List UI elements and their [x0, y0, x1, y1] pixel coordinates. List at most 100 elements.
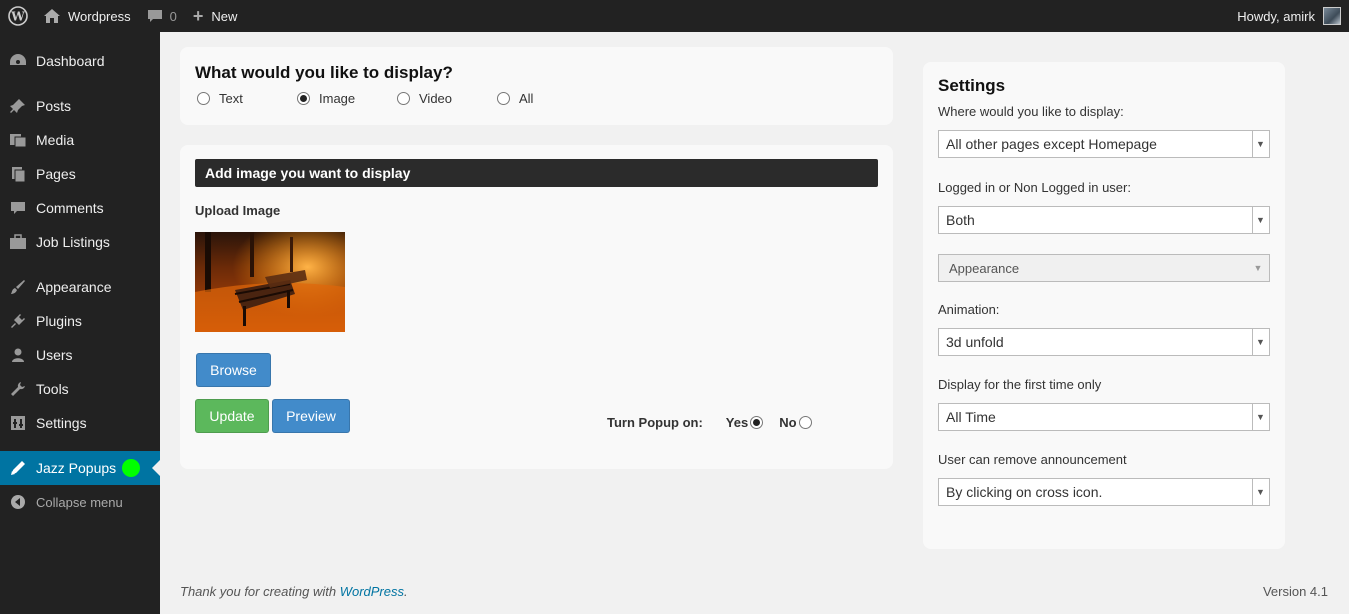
display-type-panel: What would you like to display? Text Ima…	[180, 47, 893, 125]
chevron-down-icon: ▼	[1252, 329, 1268, 355]
sidebar-item-label: Plugins	[36, 313, 82, 329]
wrench-icon	[8, 379, 28, 399]
site-name: Wordpress	[68, 8, 131, 24]
new-label: New	[211, 8, 238, 24]
sidebar-item-settings[interactable]: Settings	[0, 406, 160, 440]
sidebar-item-dashboard[interactable]: Dashboard	[0, 44, 160, 78]
sidebar-item-label: Tools	[36, 381, 69, 397]
pin-icon	[8, 96, 28, 116]
settings-panel: Settings Where would you like to display…	[923, 62, 1285, 549]
display-type-heading: What would you like to display?	[195, 63, 453, 82]
chevron-down-icon: ▼	[1252, 207, 1268, 233]
logged-user-select[interactable]: Both ▼	[938, 206, 1270, 234]
remove-announcement-select[interactable]: By clicking on cross icon. ▼	[938, 478, 1270, 506]
sidebar-item-pages[interactable]: Pages	[0, 157, 160, 191]
sidebar-item-tools[interactable]: Tools	[0, 372, 160, 406]
animation-select[interactable]: 3d unfold ▼	[938, 328, 1270, 356]
comment-bubble-icon	[147, 9, 163, 23]
image-panel-heading: Add image you want to display	[195, 159, 878, 187]
select-value: 3d unfold	[946, 334, 1004, 350]
sidebar-item-label: Media	[36, 132, 75, 148]
radio-no[interactable]	[798, 416, 812, 429]
display-type-options: Text Image Video All	[195, 91, 878, 106]
radio-yes[interactable]	[750, 416, 764, 429]
appearance-select[interactable]: Appearance ▼	[938, 254, 1270, 282]
select-value: Both	[946, 212, 975, 228]
chevron-down-icon: ▼	[1252, 404, 1268, 430]
comments-link[interactable]: 0	[139, 0, 185, 32]
yes-label: Yes	[725, 415, 749, 430]
pages-icon	[8, 164, 28, 184]
sidebar-item-media[interactable]: Media	[0, 123, 160, 157]
admin-bar: W Wordpress 0 + New Howdy, amirk	[0, 0, 1349, 32]
collapse-label: Collapse menu	[36, 494, 123, 510]
select-value: By clicking on cross icon.	[946, 484, 1103, 500]
sidebar-item-appearance[interactable]: Appearance	[0, 270, 160, 304]
uploaded-image-thumbnail	[195, 232, 345, 332]
comment-icon	[8, 198, 28, 218]
select-value: All other pages except Homepage	[946, 136, 1157, 152]
sidebar-item-comments[interactable]: Comments	[0, 191, 160, 225]
chevron-down-icon: ▼	[1253, 263, 1263, 273]
svg-text:W: W	[10, 10, 25, 24]
account-menu[interactable]: Howdy, amirk	[1229, 0, 1349, 32]
sidebar-item-label: Pages	[36, 166, 76, 182]
remove-announcement-label: User can remove announcement	[938, 452, 1127, 467]
first-time-label: Display for the first time only	[938, 377, 1102, 392]
admin-sidebar: Dashboard Posts Media Pages Comments Job…	[0, 32, 160, 614]
plus-icon: +	[192, 6, 204, 26]
sidebar-item-users[interactable]: Users	[0, 338, 160, 372]
footer-thanks-prefix: Thank you for creating with	[180, 584, 340, 599]
browse-button[interactable]: Browse	[196, 353, 271, 387]
display-option-video[interactable]: Video	[395, 91, 495, 106]
wordpress-link[interactable]: WordPress	[340, 584, 404, 599]
briefcase-icon	[8, 232, 28, 252]
radio-label: Video	[419, 91, 453, 106]
sidebar-item-label: Comments	[36, 200, 104, 216]
radio-label: Image	[319, 91, 356, 106]
new-content-link[interactable]: + New	[185, 0, 246, 32]
display-option-text[interactable]: Text	[195, 91, 295, 106]
turn-popup-yes[interactable]: Yes	[725, 415, 764, 430]
radio-image[interactable]	[297, 92, 310, 105]
chevron-down-icon: ▼	[1252, 131, 1268, 157]
sidebar-item-plugins[interactable]: Plugins	[0, 304, 160, 338]
chevron-down-icon: ▼	[1252, 479, 1268, 505]
radio-video[interactable]	[397, 92, 410, 105]
sidebar-item-label: Settings	[36, 415, 87, 431]
sidebar-item-label: Users	[36, 347, 73, 363]
logged-user-label: Logged in or Non Logged in user:	[938, 180, 1131, 195]
home-icon	[44, 9, 60, 23]
version-text: Version 4.1	[1262, 584, 1328, 599]
user-icon	[8, 345, 28, 365]
update-button[interactable]: Update	[195, 399, 269, 433]
plug-icon	[8, 311, 28, 331]
where-display-select[interactable]: All other pages except Homepage ▼	[938, 130, 1270, 158]
display-option-all[interactable]: All	[495, 91, 595, 106]
where-display-label: Where would you like to display:	[938, 104, 1124, 119]
collapse-menu-button[interactable]: Collapse menu	[0, 485, 160, 519]
dashboard-icon	[8, 51, 28, 71]
sidebar-item-label: Dashboard	[36, 53, 105, 69]
sidebar-item-jazz-popups[interactable]: Jazz Popups	[0, 451, 160, 485]
preview-button[interactable]: Preview	[272, 399, 350, 433]
collapse-arrow-icon	[8, 492, 28, 512]
wordpress-logo-icon[interactable]: W	[0, 0, 36, 32]
select-value: All Time	[946, 409, 996, 425]
upload-image-label: Upload Image	[195, 203, 281, 218]
media-icon	[8, 130, 28, 150]
settings-icon	[8, 413, 28, 433]
radio-all[interactable]	[497, 92, 510, 105]
avatar	[1323, 7, 1341, 25]
first-time-select[interactable]: All Time ▼	[938, 403, 1270, 431]
sidebar-item-posts[interactable]: Posts	[0, 89, 160, 123]
sidebar-item-label: Appearance	[36, 279, 112, 295]
no-label: No	[779, 415, 797, 430]
radio-label: Text	[219, 91, 243, 106]
turn-popup-no[interactable]: No	[779, 415, 812, 430]
footer-thanks-suffix: .	[404, 584, 408, 599]
sidebar-item-job-listings[interactable]: Job Listings	[0, 225, 160, 259]
site-name-link[interactable]: Wordpress	[36, 0, 139, 32]
radio-text[interactable]	[197, 92, 210, 105]
display-option-image[interactable]: Image	[295, 91, 395, 106]
